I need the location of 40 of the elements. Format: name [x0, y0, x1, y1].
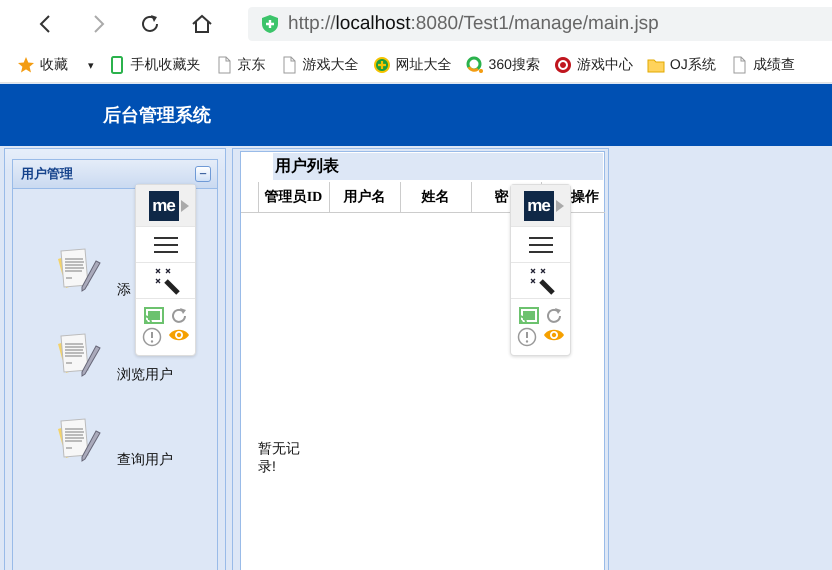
dropdown-caret[interactable]: ▾: [88, 58, 94, 72]
cast-icon[interactable]: [518, 307, 538, 324]
warning-icon[interactable]: [142, 327, 162, 347]
bookmark[interactable]: OJ系统: [646, 56, 716, 74]
bookmark[interactable]: 京东: [214, 56, 266, 74]
shield-icon: [261, 14, 279, 34]
cast-icon[interactable]: [144, 307, 164, 324]
eye-icon[interactable]: [542, 327, 564, 343]
menu-icon[interactable]: [528, 236, 552, 254]
expand-arrow-icon[interactable]: [180, 200, 188, 212]
menu-link[interactable]: 查询用户: [117, 451, 173, 469]
column-header: 管理员ID: [258, 182, 329, 212]
panel-title: 用户管理: [21, 165, 73, 183]
warning-icon[interactable]: [516, 327, 536, 347]
table-title: 用户列表: [273, 153, 603, 180]
bookmark[interactable]: 360搜索: [466, 56, 540, 74]
app-title: 后台管理系统: [103, 104, 211, 127]
plus-icon: [372, 56, 391, 74]
address-bar[interactable]: http://localhost:8080/Test1/manage/main.jsp: [248, 7, 832, 41]
collapse-button[interactable]: −: [195, 166, 211, 182]
eye-icon[interactable]: [168, 327, 190, 343]
empty-message: 暂无记录!: [258, 439, 301, 475]
expand-arrow-icon[interactable]: [556, 200, 564, 212]
star-icon: [17, 56, 35, 74]
menu-icon[interactable]: [154, 236, 178, 254]
menu-link[interactable]: 浏览用户: [117, 366, 173, 384]
column-header: 姓名: [400, 182, 471, 212]
menu-link[interactable]: 添: [117, 281, 131, 299]
home-icon[interactable]: [190, 12, 214, 36]
bookmark[interactable]: 游戏大全: [280, 56, 359, 74]
bookmark[interactable]: 手机收藏夹: [108, 56, 201, 74]
column-header: 用户名: [329, 182, 400, 212]
bookmark[interactable]: 收藏: [17, 56, 68, 74]
bookmark[interactable]: 网址大全: [372, 56, 452, 74]
extension-logo[interactable]: me: [148, 190, 178, 220]
bookmark[interactable]: 游戏中心: [554, 56, 633, 74]
game-icon: [554, 56, 572, 74]
ring-icon: [466, 56, 484, 74]
extension-logo[interactable]: me: [524, 190, 554, 220]
bookmark[interactable]: 成绩查: [730, 56, 795, 74]
